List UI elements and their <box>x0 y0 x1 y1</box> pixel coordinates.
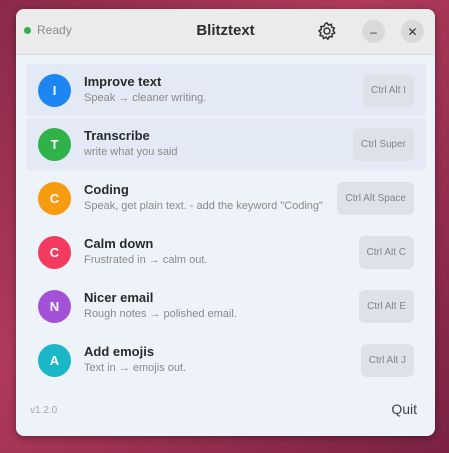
mode-description: Speak → cleaner writing. <box>84 92 207 104</box>
mode-item[interactable]: I Improve text Speak → cleaner writing. Ctr… <box>26 64 426 116</box>
mode-description: Text in → emojis out. <box>84 362 187 374</box>
mode-title: Coding <box>84 182 129 197</box>
mode-title: Transcribe <box>84 128 150 143</box>
mode-list: I Improve text Speak → cleaner writing. Ctr… <box>26 64 426 388</box>
quit-button[interactable]: Quit <box>391 401 417 417</box>
shortcut-button[interactable]: Ctrl Alt C <box>358 236 414 269</box>
mode-item[interactable]: C Coding Speak, get plain text. - add the … <box>26 172 426 224</box>
mode-description: Frustrated in → calm out. <box>84 254 208 266</box>
mode-avatar: I <box>38 74 71 107</box>
mode-avatar: A <box>38 344 71 377</box>
mode-item[interactable]: T Transcribe write what you said Ctrl Super <box>26 118 426 170</box>
mode-item[interactable]: C Calm down Frustrated in → calm out. Ctrl … <box>26 226 426 278</box>
minimize-button[interactable]: – <box>362 20 385 43</box>
close-button[interactable]: ✕ <box>401 20 424 43</box>
minimize-icon: – <box>370 24 377 39</box>
mode-avatar: T <box>38 128 71 161</box>
status-dot-icon <box>24 26 31 34</box>
mode-title: Add emojis <box>84 344 155 359</box>
status-text: Ready <box>37 23 72 37</box>
mode-description: Rough notes → polished email. <box>84 308 237 320</box>
shortcut-button[interactable]: Ctrl Alt E <box>359 290 414 323</box>
mode-avatar: C <box>38 182 71 215</box>
status-indicator: Ready <box>24 23 72 37</box>
settings-button[interactable] <box>317 21 337 41</box>
mode-avatar: N <box>38 290 71 323</box>
close-icon: ✕ <box>407 24 418 39</box>
mode-title: Nicer email <box>84 290 154 305</box>
mode-title: Improve text <box>84 74 162 89</box>
shortcut-button[interactable]: Ctrl Alt Space <box>337 182 414 215</box>
version-label: v1.2.0 <box>30 405 58 416</box>
mode-title: Calm down <box>84 236 154 251</box>
gear-icon <box>318 22 336 40</box>
mode-description: write what you said <box>84 146 178 158</box>
mode-item[interactable]: A Add emojis Text in → emojis out. Ctrl Alt… <box>26 334 426 386</box>
mode-item[interactable]: N Nicer email Rough notes → polished email… <box>26 280 426 332</box>
mode-description: Speak, get plain text. - add the keyword… <box>84 200 323 212</box>
mode-avatar: C <box>38 236 71 269</box>
shortcut-button[interactable]: Ctrl Alt I <box>362 74 414 107</box>
shortcut-button[interactable]: Ctrl Alt J <box>360 344 414 377</box>
shortcut-button[interactable]: Ctrl Super <box>352 128 414 161</box>
app-window: Ready Blitztext – ✕ I Improve text Speak →… <box>16 9 435 436</box>
title-bar: Ready Blitztext – ✕ <box>16 9 435 55</box>
